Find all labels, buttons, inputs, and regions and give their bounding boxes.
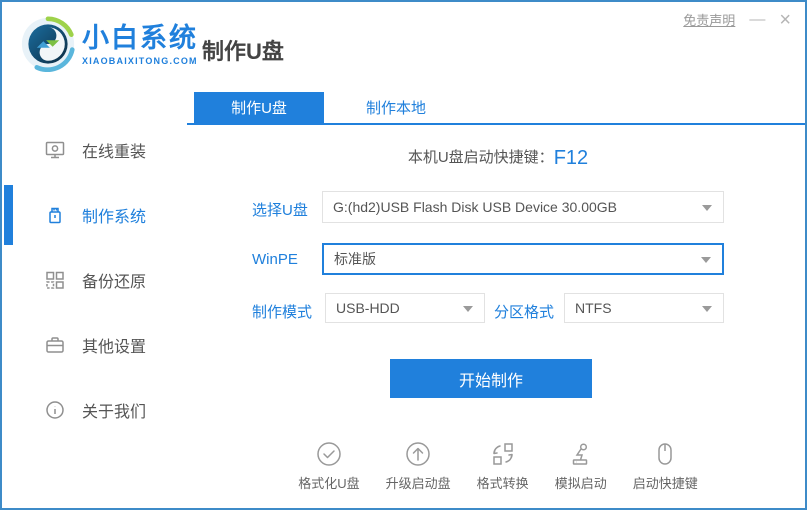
usb-select[interactable]: G:(hd2)USB Flash Disk USB Device 30.00GB bbox=[322, 191, 724, 223]
chevron-down-icon bbox=[701, 257, 711, 263]
brand-name: 小白系统 bbox=[82, 22, 198, 53]
chevron-down-icon bbox=[702, 306, 712, 312]
boot-hotkey-value: F12 bbox=[553, 147, 589, 169]
mouse-icon bbox=[658, 443, 672, 465]
active-indicator-bar bbox=[4, 120, 13, 180]
brand-domain: XIAOBAIXITONG.COM bbox=[82, 55, 198, 66]
usb-select-value: G:(hd2)USB Flash Disk USB Device 30.00GB bbox=[333, 199, 617, 215]
joystick-icon bbox=[572, 443, 587, 465]
app-logo-icon bbox=[21, 16, 75, 72]
window-controls: 免责声明 — × bbox=[683, 10, 791, 30]
chevron-down-icon bbox=[463, 306, 473, 312]
info-circle-icon bbox=[44, 399, 66, 421]
close-button[interactable]: × bbox=[779, 10, 791, 30]
sidebar-item-about-us[interactable]: 关于我们 bbox=[2, 380, 187, 440]
tab-bar: 制作U盘 制作本地 bbox=[187, 92, 805, 125]
arrow-up-circle-icon bbox=[406, 442, 430, 466]
minimize-button[interactable]: — bbox=[749, 11, 765, 28]
active-indicator-bar bbox=[4, 315, 13, 375]
active-indicator-bar bbox=[4, 380, 13, 440]
header: 小白系统 XIAOBAIXITONG.COM 制作U盘 免责声明 — × bbox=[2, 2, 805, 92]
brand-text: 小白系统 XIAOBAIXITONG.COM bbox=[82, 23, 198, 66]
active-indicator-bar bbox=[4, 185, 13, 245]
utility-format-convert[interactable]: 格式转换 bbox=[477, 440, 529, 492]
start-make-button[interactable]: 开始制作 bbox=[390, 359, 592, 398]
tab-make-usb[interactable]: 制作U盘 bbox=[194, 92, 324, 123]
sidebar-item-online-reinstall[interactable]: 在线重装 bbox=[2, 120, 187, 180]
chevron-down-icon bbox=[702, 205, 712, 211]
usb-drive-icon bbox=[44, 204, 66, 226]
winpe-select[interactable]: 标准版 bbox=[322, 243, 724, 275]
app-logo: 小白系统 XIAOBAIXITONG.COM bbox=[20, 16, 198, 72]
sidebar-item-label: 关于我们 bbox=[82, 404, 147, 421]
utility-boot-hotkey[interactable]: 启动快捷键 bbox=[633, 440, 698, 492]
utility-label: 模拟启动 bbox=[554, 476, 607, 491]
briefcase-settings-icon bbox=[44, 334, 66, 356]
utility-label: 升级启动盘 bbox=[385, 476, 451, 491]
main-panel: 制作U盘 制作本地 本机U盘启动快捷键：F12 选择U盘 G:(hd2)USB … bbox=[187, 92, 805, 508]
mode-select[interactable]: USB-HDD bbox=[325, 293, 485, 323]
mode-select-label: 制作模式 bbox=[252, 304, 313, 321]
utility-label: 启动快捷键 bbox=[632, 476, 698, 491]
check-circle-icon bbox=[317, 442, 341, 466]
sidebar-item-other-settings[interactable]: 其他设置 bbox=[2, 315, 187, 375]
utility-format-usb[interactable]: 格式化U盘 bbox=[298, 440, 360, 492]
utility-label: 格式化U盘 bbox=[298, 476, 360, 491]
boot-hotkey-line: 本机U盘启动快捷键：F12 bbox=[187, 146, 805, 170]
tab-make-local[interactable]: 制作本地 bbox=[331, 92, 461, 123]
usb-select-label: 选择U盘 bbox=[252, 202, 308, 219]
sidebar-item-label: 备份还原 bbox=[82, 274, 147, 291]
disclaimer-link[interactable]: 免责声明 bbox=[683, 10, 735, 29]
mode-select-value: USB-HDD bbox=[336, 300, 400, 316]
winpe-select-value: 标准版 bbox=[334, 251, 376, 267]
utility-simulate-boot[interactable]: 模拟启动 bbox=[555, 440, 607, 492]
partition-select-value: NTFS bbox=[575, 300, 612, 316]
monitor-reinstall-icon bbox=[44, 139, 66, 161]
winpe-select-label: WinPE bbox=[252, 251, 298, 268]
utility-label: 格式转换 bbox=[476, 476, 529, 491]
sidebar-item-label: 在线重装 bbox=[82, 144, 147, 161]
utility-upgrade-boot-disk[interactable]: 升级启动盘 bbox=[386, 440, 451, 492]
sidebar: 在线重装 制作系统 备份还原 其他设置 关于我们 bbox=[2, 92, 187, 508]
sidebar-item-label: 制作系统 bbox=[82, 209, 147, 226]
sidebar-item-backup-restore[interactable]: 备份还原 bbox=[2, 250, 187, 310]
sidebar-item-make-system[interactable]: 制作系统 bbox=[2, 185, 187, 245]
partition-select[interactable]: NTFS bbox=[564, 293, 724, 323]
active-indicator-bar bbox=[4, 250, 13, 310]
backup-grid-icon bbox=[44, 269, 66, 291]
page-title: 制作U盘 bbox=[202, 39, 284, 64]
app-window: 小白系统 XIAOBAIXITONG.COM 制作U盘 免责声明 — × 在线重… bbox=[0, 0, 807, 510]
partition-select-label: 分区格式 bbox=[494, 304, 555, 321]
sidebar-item-label: 其他设置 bbox=[82, 339, 147, 356]
utilities-bar: 格式化U盘 升级启动盘 格式转换 模拟启动 启动快捷键 bbox=[187, 440, 805, 492]
boot-hotkey-label: 本机U盘启动快捷键： bbox=[407, 149, 554, 166]
convert-squares-icon bbox=[492, 443, 513, 465]
